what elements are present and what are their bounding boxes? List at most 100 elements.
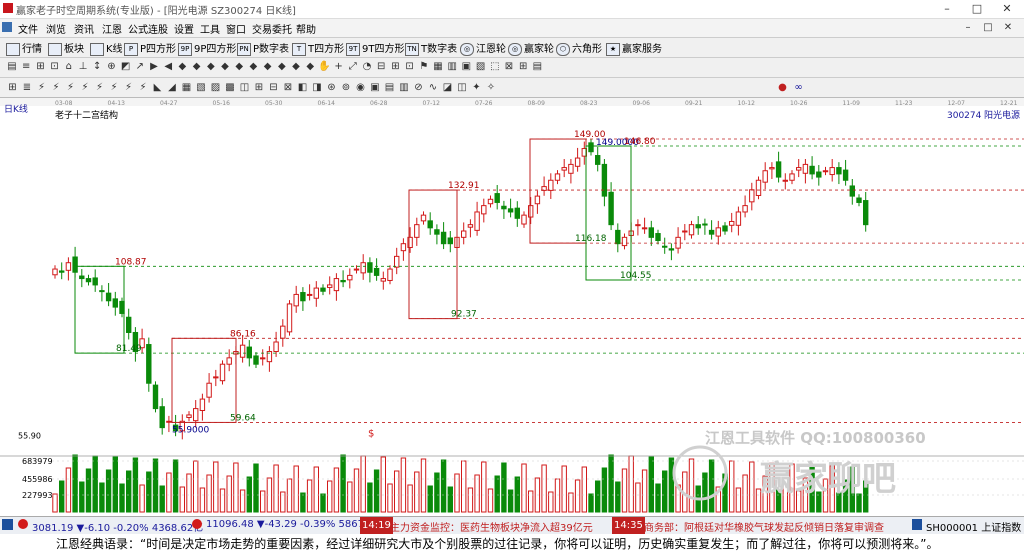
chart-tool-icon[interactable]: ⚡ bbox=[50, 81, 63, 94]
chart-tool-icon[interactable]: ⊞ bbox=[253, 81, 266, 94]
arrow-icon[interactable]: ◆ bbox=[176, 61, 188, 73]
gann-box-icon[interactable]: ⌂ bbox=[63, 61, 75, 73]
mdi-restore-button[interactable]: □ bbox=[980, 19, 996, 37]
chart-tool-icon[interactable]: ∿ bbox=[427, 81, 440, 94]
chart-tool-icon[interactable]: ▨ bbox=[209, 81, 222, 94]
mdi-close-button[interactable]: ✕ bbox=[1000, 19, 1016, 37]
period-icon[interactable]: ▶ bbox=[148, 61, 160, 73]
trend-icon[interactable]: ⊞ bbox=[517, 61, 529, 73]
winner-wheel-button[interactable]: ◎ 赢家轮 bbox=[508, 40, 554, 56]
chart-tool-icon[interactable]: ◪ bbox=[441, 81, 454, 94]
kline-button[interactable]: K线 bbox=[90, 40, 123, 56]
menu-window[interactable]: 窗口 bbox=[226, 21, 246, 36]
kline-chart-area[interactable]: 03-08 04-13 04-27 05-16 05-30 06-14 06-28 07-12… bbox=[0, 98, 1024, 516]
chart-tool-icon[interactable]: ▣ bbox=[369, 81, 382, 94]
chart-tool-icon[interactable]: ⊚ bbox=[340, 81, 353, 94]
menu-trade[interactable]: 交易委托 bbox=[252, 21, 292, 36]
cycle-icon[interactable]: ◩ bbox=[120, 61, 132, 73]
arrow-icon[interactable]: ▣ bbox=[460, 61, 472, 73]
index-selector[interactable]: SH000001 上证指数 bbox=[926, 519, 1021, 534]
t-number-table-button[interactable]: TN T数字表 bbox=[405, 40, 457, 56]
chart-tool-icon[interactable]: ▩ bbox=[224, 81, 237, 94]
period-icon[interactable]: ▦ bbox=[432, 61, 444, 73]
chart-tool-icon[interactable]: ◉ bbox=[354, 81, 367, 94]
gann-wheel-button[interactable]: ◎ 江恩轮 bbox=[460, 40, 506, 56]
arrow-icon[interactable]: ✋ bbox=[318, 61, 330, 73]
trend-icon[interactable]: ↕ bbox=[91, 61, 103, 73]
infinity-icon[interactable]: ∞ bbox=[792, 81, 805, 94]
winner-service-button[interactable]: ★ 赢家服务 bbox=[606, 40, 662, 56]
shanghai-index[interactable]: 3081.19 ▼-6.10 -0.20% 4368.62亿 bbox=[32, 519, 203, 534]
period-icon[interactable]: ▤ bbox=[6, 61, 18, 73]
period-icon[interactable]: ◆ bbox=[290, 61, 302, 73]
gann-fan-icon[interactable]: + bbox=[333, 61, 345, 73]
menu-help[interactable]: 帮助 bbox=[296, 21, 316, 36]
chart-tool-icon[interactable]: ⚡ bbox=[93, 81, 106, 94]
trend-icon[interactable]: ◆ bbox=[233, 61, 245, 73]
menu-tools[interactable]: 工具 bbox=[200, 21, 220, 36]
chart-tool-icon[interactable]: ⚡ bbox=[137, 81, 150, 94]
chart-tool-icon[interactable]: ◫ bbox=[238, 81, 251, 94]
arc-icon[interactable]: ⊞ bbox=[389, 61, 401, 73]
gann-fan-icon[interactable]: ⊡ bbox=[49, 61, 61, 73]
shenzhen-index[interactable]: 11096.48 ▼-43.29 -0.39% 5867.2 bbox=[206, 519, 374, 530]
chart-tool-icon[interactable]: ▦ bbox=[180, 81, 193, 94]
maximize-button[interactable]: □ bbox=[962, 0, 992, 18]
candlestick-chart[interactable]: 03-08 04-13 04-27 05-16 05-30 06-14 06-28 07-12… bbox=[0, 98, 1024, 516]
crosshair-icon[interactable]: ▥ bbox=[446, 61, 458, 73]
chart-tool-icon[interactable]: ≣ bbox=[21, 81, 34, 94]
crosshair-icon[interactable]: ≡ bbox=[20, 61, 32, 73]
gann-fan-icon[interactable]: ▧ bbox=[475, 61, 487, 73]
t-square-button[interactable]: T T四方形 bbox=[292, 40, 344, 56]
arrow-icon[interactable]: ⊞ bbox=[34, 61, 46, 73]
chart-tool-icon[interactable]: ⚡ bbox=[108, 81, 121, 94]
p-number-table-button[interactable]: PN P数字表 bbox=[237, 40, 289, 56]
grid-icon[interactable]: ⚑ bbox=[418, 61, 430, 73]
grid-icon[interactable]: ◆ bbox=[276, 61, 288, 73]
chart-tool-icon[interactable]: ◢ bbox=[166, 81, 179, 94]
news-item-2[interactable]: 商务部：阿根廷对华橡胶气球发起反倾销日落复审调查 bbox=[644, 519, 906, 534]
line-icon[interactable]: ◔ bbox=[361, 61, 373, 73]
chart-tool-icon[interactable]: ◨ bbox=[311, 81, 324, 94]
chart-tool-icon[interactable]: ⊛ bbox=[325, 81, 338, 94]
9t-square-button[interactable]: 9T 9T四方形 bbox=[346, 40, 404, 56]
chart-tool-icon[interactable]: ✦ bbox=[470, 81, 483, 94]
menu-info[interactable]: 资讯 bbox=[74, 21, 94, 36]
gann-fan-icon[interactable]: ◆ bbox=[191, 61, 203, 73]
minimize-button[interactable]: – bbox=[932, 0, 962, 18]
chart-tool-icon[interactable]: ⚡ bbox=[79, 81, 92, 94]
menu-file[interactable]: 文件 bbox=[18, 21, 38, 36]
chart-tool-icon[interactable]: ⊟ bbox=[267, 81, 280, 94]
hexagon-button[interactable]: ⬡ 六角形 bbox=[556, 40, 602, 56]
chart-tool-icon[interactable]: ▤ bbox=[383, 81, 396, 94]
chart-tool-icon[interactable]: ⊞ bbox=[6, 81, 19, 94]
chart-tool-icon[interactable]: ⊘ bbox=[412, 81, 425, 94]
gann-box-icon[interactable]: ⤢ bbox=[347, 61, 359, 73]
menu-formula[interactable]: 公式连股 bbox=[128, 21, 168, 36]
chart-tool-icon[interactable]: ⚡ bbox=[122, 81, 135, 94]
cycle-icon[interactable]: ◆ bbox=[262, 61, 274, 73]
chart-tool-icon[interactable]: ◫ bbox=[456, 81, 469, 94]
close-button[interactable]: ✕ bbox=[992, 0, 1022, 18]
grid-icon[interactable]: ↗ bbox=[134, 61, 146, 73]
chart-tool-icon[interactable]: ⚡ bbox=[35, 81, 48, 94]
arc-icon[interactable]: ◆ bbox=[247, 61, 259, 73]
menu-settings[interactable]: 设置 bbox=[174, 21, 194, 36]
9p-square-button[interactable]: 9P 9P四方形 bbox=[178, 40, 236, 56]
menu-gann[interactable]: 江恩 bbox=[102, 21, 122, 36]
cycle-icon[interactable]: ⊡ bbox=[404, 61, 416, 73]
news-item-1[interactable]: 主力资金监控：医药生物板块净流入超39亿元 bbox=[390, 519, 593, 534]
sectors-button[interactable]: 板块 bbox=[48, 40, 84, 56]
quotes-button[interactable]: 行情 bbox=[6, 40, 42, 56]
arc-icon[interactable]: ⊕ bbox=[105, 61, 117, 73]
crosshair-icon[interactable]: ◀ bbox=[162, 61, 174, 73]
line-icon[interactable]: ⊠ bbox=[503, 61, 515, 73]
crosshair-icon[interactable]: ◆ bbox=[304, 61, 316, 73]
chart-tool-icon[interactable]: ⚡ bbox=[64, 81, 77, 94]
chart-tool-icon[interactable]: ▧ bbox=[195, 81, 208, 94]
chart-tool-icon[interactable]: ▥ bbox=[398, 81, 411, 94]
menu-browse[interactable]: 浏览 bbox=[46, 21, 66, 36]
chart-tool-icon[interactable]: ✧ bbox=[485, 81, 498, 94]
color-icon[interactable]: ● bbox=[776, 81, 789, 94]
line-icon[interactable]: ⊥ bbox=[77, 61, 89, 73]
